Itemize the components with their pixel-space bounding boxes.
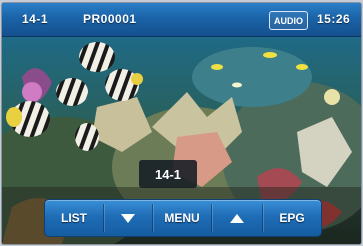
- audio-button[interactable]: AUDIO: [269, 11, 308, 30]
- status-bar: 14-1 PR00001 AUDIO 15:26: [2, 3, 361, 37]
- control-bar: LIST MENU EPG: [44, 199, 322, 237]
- tv-screen: 14-1 PR00001 AUDIO 15:26 14-1 LIST MENU …: [2, 3, 361, 244]
- epg-button[interactable]: EPG: [263, 200, 321, 236]
- triangle-up-icon: [230, 213, 244, 223]
- channel-number: 14-1: [22, 12, 49, 26]
- triangle-down-icon: [121, 213, 135, 223]
- program-id: PR00001: [83, 12, 137, 26]
- menu-button[interactable]: MENU: [153, 200, 211, 236]
- clock: 15:26: [317, 12, 351, 26]
- channel-up-button[interactable]: [212, 200, 262, 236]
- channel-down-button[interactable]: [104, 200, 152, 236]
- list-button[interactable]: LIST: [45, 200, 103, 236]
- channel-overlay: 14-1: [139, 160, 197, 188]
